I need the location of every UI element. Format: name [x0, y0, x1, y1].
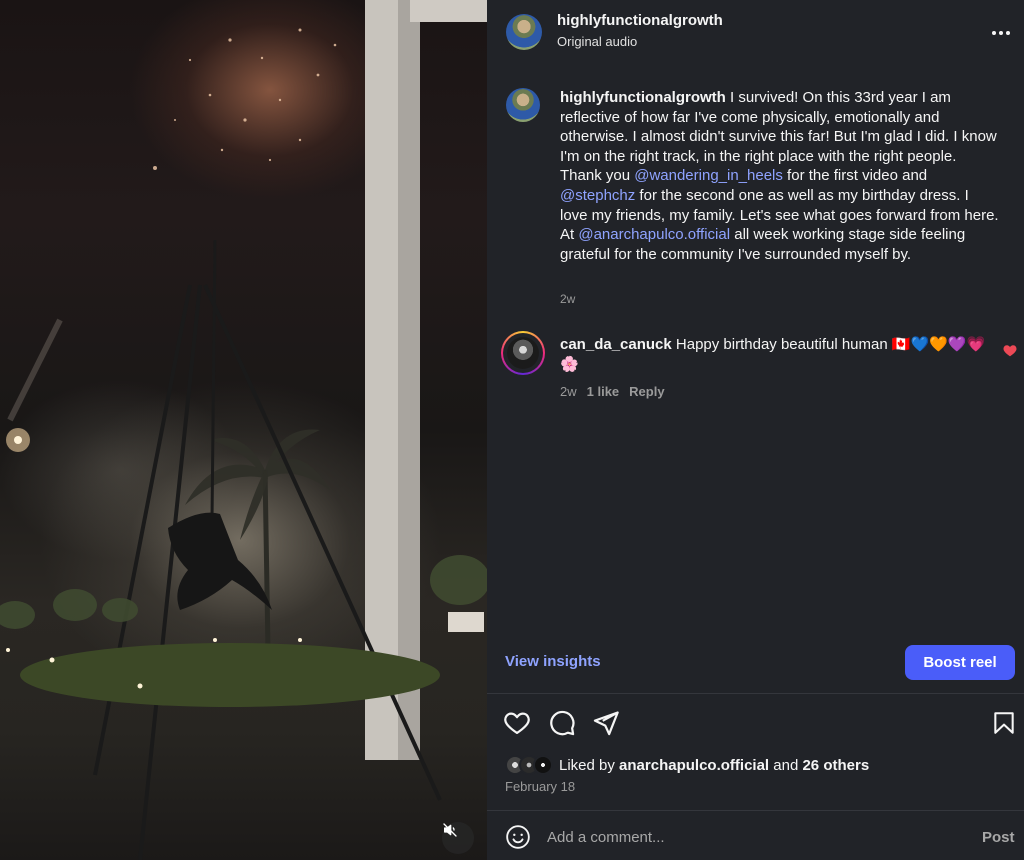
reply-button[interactable]: Reply — [629, 384, 664, 399]
post-details-panel: highlyfunctionalgrowth Original audio hi… — [487, 0, 1024, 860]
comment-meta: 2w 1 like Reply — [560, 384, 665, 399]
likes-others-count[interactable]: 26 others — [802, 757, 869, 774]
likes-prefix: Liked by — [559, 756, 620, 774]
caption-avatar[interactable] — [506, 88, 540, 122]
comment-composer: Post — [487, 810, 1024, 860]
likes-middle: and — [769, 756, 803, 774]
heart-icon[interactable] — [503, 709, 531, 737]
comment-likes-count[interactable]: 1 like — [587, 384, 620, 399]
mention-link[interactable]: @anarchapulco.official — [578, 226, 730, 243]
more-options-button[interactable] — [989, 20, 1013, 44]
comment-like-heart-icon[interactable] — [1003, 344, 1017, 358]
view-insights-link[interactable]: View insights — [505, 653, 601, 670]
likes-summary[interactable]: Liked by anarchapulco.official and 26 ot… — [505, 754, 869, 776]
audio-label[interactable]: Original audio — [557, 34, 637, 49]
comment-timestamp[interactable]: 2w — [560, 384, 577, 399]
reel-video[interactable] — [0, 0, 487, 860]
liker-avatar — [533, 755, 553, 775]
caption-timestamp[interactable]: 2w — [560, 292, 575, 306]
comment-input[interactable] — [547, 824, 947, 850]
post-author-username[interactable]: highlyfunctionalgrowth — [557, 12, 723, 29]
bookmark-icon[interactable] — [991, 709, 1019, 737]
comment-item: can_da_canuck Happy birthday beautiful h… — [487, 330, 1024, 410]
likes-text: Liked by anarchapulco.official and 26 ot… — [559, 757, 869, 774]
video-frame — [0, 0, 487, 860]
more-horizontal-icon — [991, 23, 1011, 41]
mention-link[interactable]: @stephchz — [560, 187, 635, 204]
mention-link[interactable]: @wandering_in_heels — [634, 167, 783, 184]
post-comment-button[interactable]: Post — [982, 829, 1015, 846]
comment-text: can_da_canuck Happy birthday beautiful h… — [560, 335, 990, 374]
send-icon[interactable] — [592, 709, 620, 737]
post-date[interactable]: February 18 — [505, 779, 575, 794]
commenter-avatar — [507, 337, 539, 369]
emoji-icon[interactable] — [505, 824, 531, 850]
comment-icon[interactable] — [548, 709, 576, 737]
mute-button[interactable] — [442, 822, 474, 854]
story-ring[interactable] — [501, 331, 545, 375]
caption-text: highlyfunctionalgrowth I survived! On th… — [560, 88, 1000, 264]
commenter-username[interactable]: can_da_canuck — [560, 336, 672, 353]
caption-body: for the first video and — [782, 167, 928, 185]
post-actions — [487, 700, 1024, 746]
caption-username[interactable]: highlyfunctionalgrowth — [560, 89, 726, 106]
boost-reel-button[interactable]: Boost reel — [905, 645, 1015, 680]
liker-username[interactable]: anarchapulco.official — [619, 757, 769, 774]
avatar[interactable] — [506, 14, 542, 50]
divider — [487, 693, 1024, 694]
post-header: highlyfunctionalgrowth Original audio — [487, 0, 1024, 64]
